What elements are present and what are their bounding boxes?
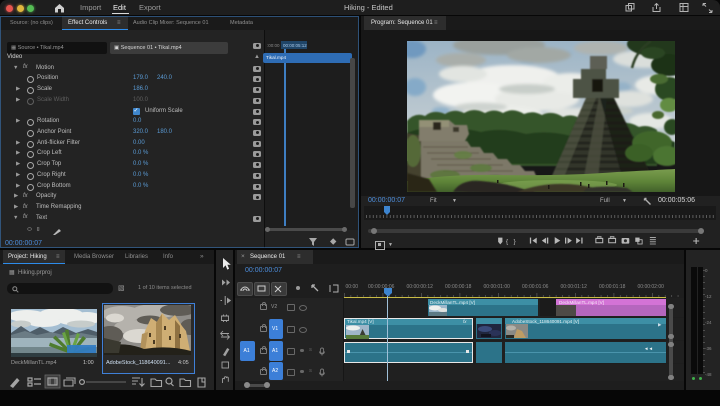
svg-text:}: } — [514, 239, 517, 246]
svg-text:{: { — [506, 239, 509, 246]
